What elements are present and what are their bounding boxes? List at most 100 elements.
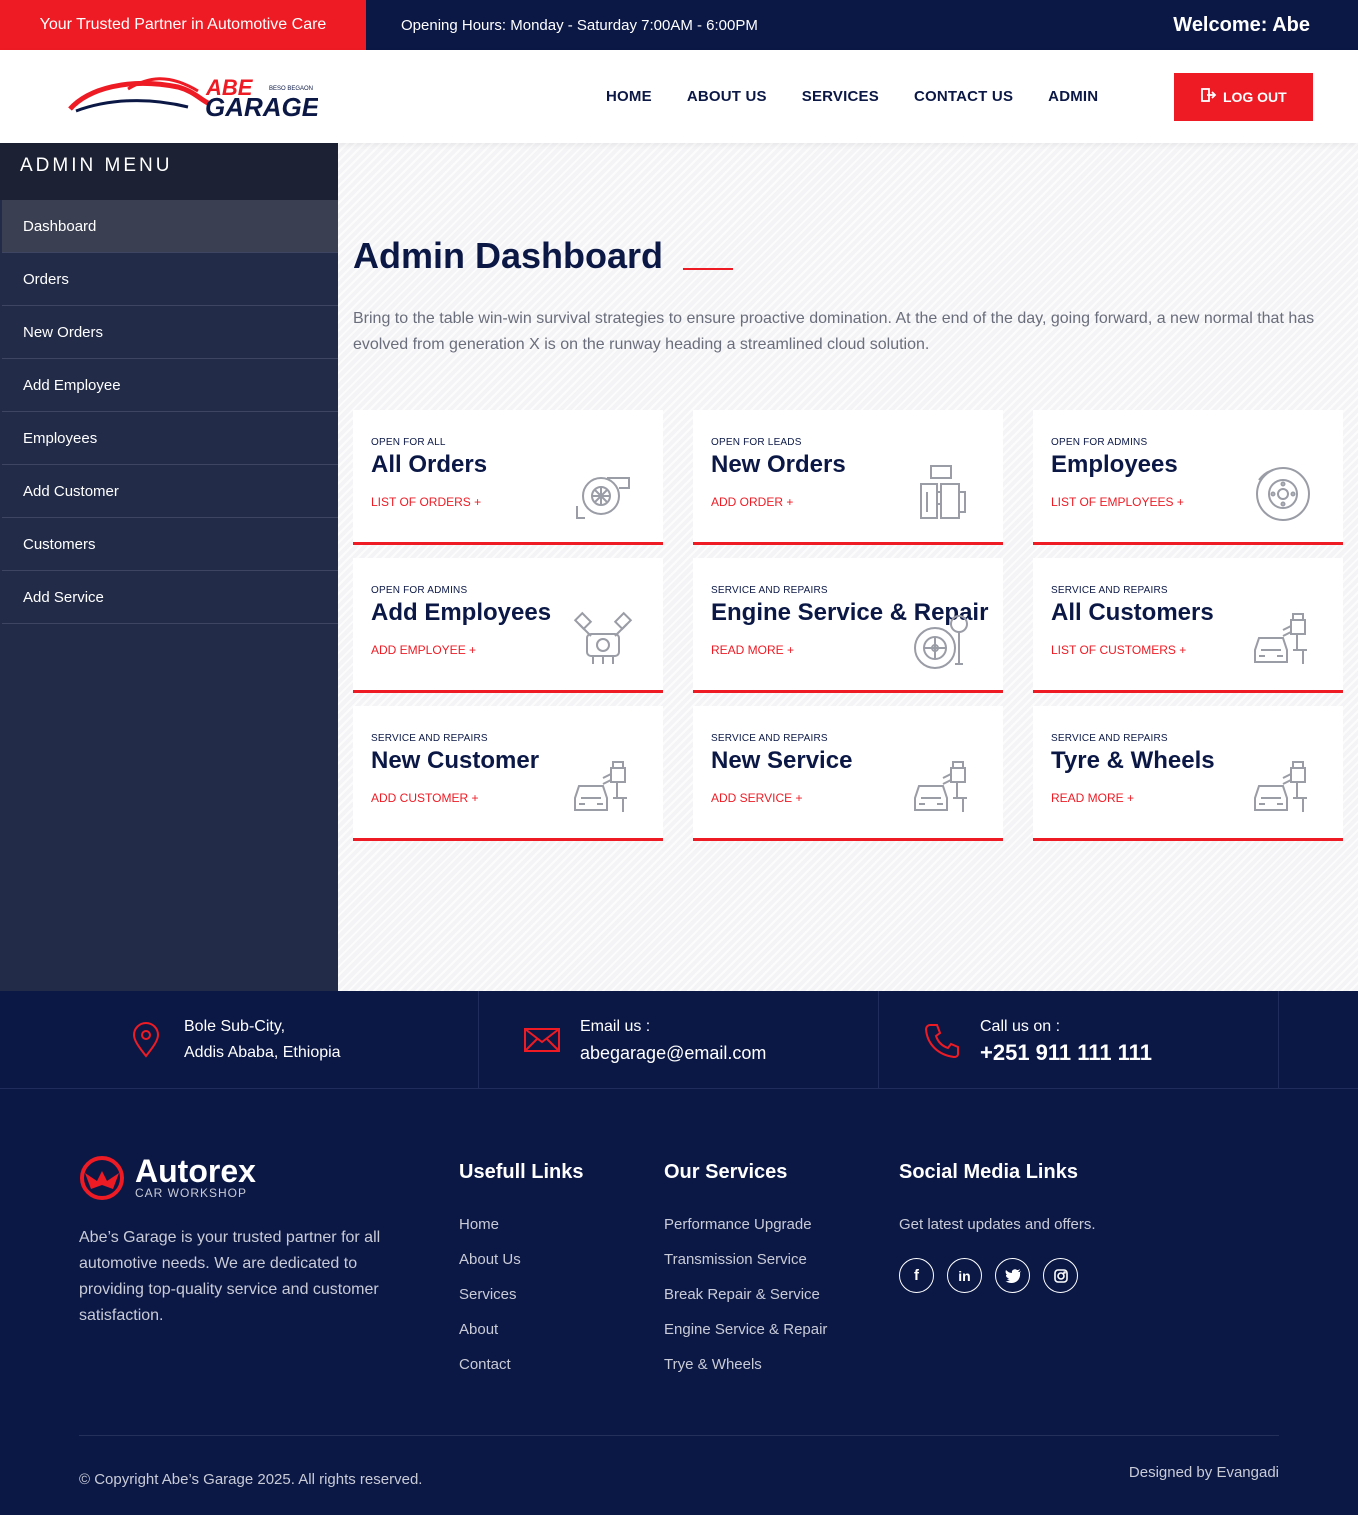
footer-link-services[interactable]: Services: [459, 1286, 664, 1303]
card-employees[interactable]: Open for admins Employees LIST OF EMPLOY…: [1033, 410, 1343, 545]
footer-service-break-repair[interactable]: Break Repair & Service: [664, 1286, 899, 1303]
phone-block: Call us on : +251 911 111 111: [879, 991, 1279, 1088]
twitter-icon[interactable]: [995, 1258, 1030, 1293]
card-add-employees[interactable]: Open for admins Add Employees ADD EMPLOY…: [353, 558, 663, 693]
sidebar-item-customers[interactable]: Customers: [2, 518, 338, 571]
email-address[interactable]: abegarage@email.com: [580, 1040, 766, 1066]
tyre-gauge-icon: [914, 615, 968, 669]
footer-link-about[interactable]: About: [459, 1321, 664, 1338]
card-kicker: Service and Repairs: [371, 733, 488, 744]
facebook-icon[interactable]: f: [899, 1258, 934, 1293]
footer-link-home[interactable]: Home: [459, 1216, 664, 1233]
footer-about-text: Abe’s Garage is your trusted partner for…: [79, 1229, 381, 1324]
logout-label: LOG OUT: [1222, 88, 1287, 105]
engine-icon: [573, 611, 633, 664]
admin-sidebar: ADMIN MENU Dashboard Orders New Orders A…: [0, 143, 338, 991]
autorex-emblem-icon: [80, 1156, 124, 1200]
footer-service-engine[interactable]: Engine Service & Repair: [664, 1321, 899, 1338]
sidebar-item-add-employee[interactable]: Add Employee: [2, 359, 338, 412]
card-kicker: Service and Repairs: [711, 585, 828, 596]
card-kicker: Service and Repairs: [1051, 585, 1168, 596]
main-area: ADMIN MENU Dashboard Orders New Orders A…: [0, 143, 1358, 991]
address-line-1: Bole Sub-City,: [184, 1017, 286, 1035]
welcome-user: Welcome: Abe: [1173, 13, 1310, 36]
sidebar-item-new-orders[interactable]: New Orders: [2, 306, 338, 359]
address-block: Bole Sub-City, Addis Ababa, Ethiopia: [0, 991, 479, 1088]
admin-menu-title: ADMIN MENU: [0, 143, 338, 200]
card-kicker: Open for All: [371, 437, 446, 448]
footer-link-contact[interactable]: Contact: [459, 1356, 664, 1373]
car-paint-icon: [574, 761, 627, 812]
page-title: Admin Dashboard: [353, 235, 664, 276]
footer-links-title: Usefull Links: [459, 1161, 584, 1183]
card-new-service[interactable]: Service and Repairs New Service ADD SERV…: [693, 706, 1003, 841]
logout-button[interactable]: LOG OUT: [1174, 72, 1314, 121]
card-tyre-wheels[interactable]: Service and Repairs Tyre & Wheels READ M…: [1033, 706, 1343, 841]
card-kicker: Open for admins: [371, 585, 468, 596]
turbo-icon: [576, 477, 630, 519]
logo-text-bottom: GARAGE: [205, 92, 318, 122]
footer-social-title: Social Media Links: [899, 1161, 1078, 1183]
call-label: Call us on :: [980, 1017, 1061, 1035]
email-label: Email us :: [580, 1017, 651, 1035]
abe-garage-logo[interactable]: ABE GARAGE BESO BEGAON: [68, 69, 320, 124]
sidebar-item-orders[interactable]: Orders: [2, 253, 338, 306]
dashboard-lead: Bring to the table win-win survival stra…: [353, 310, 1315, 353]
instagram-icon[interactable]: [1043, 1258, 1078, 1293]
car-paint-icon: [1254, 613, 1307, 664]
envelope-icon: [524, 1027, 560, 1052]
card-kicker: Open for leads: [711, 437, 802, 448]
linkedin-icon[interactable]: in: [947, 1258, 982, 1293]
tagline: Your Trusted Partner in Automotive Care: [0, 0, 366, 50]
gearbox-icon: [920, 465, 966, 519]
card-all-customers[interactable]: Service and Repairs All Customers LIST O…: [1033, 558, 1343, 693]
sidebar-item-add-service[interactable]: Add Service: [2, 571, 338, 624]
nav-home[interactable]: HOME: [606, 88, 652, 105]
card-engine-service[interactable]: Service and Repairs Engine Service & Rep…: [693, 558, 1003, 693]
card-kicker: Open for admins: [1051, 437, 1148, 448]
footer-service-performance[interactable]: Performance Upgrade: [664, 1216, 899, 1233]
autorex-logo[interactable]: Autorex CAR WORKSHOP: [79, 1155, 459, 1201]
contact-strip: Bole Sub-City, Addis Ababa, Ethiopia Ema…: [0, 991, 1358, 1089]
logo-small-text: BESO BEGAON: [269, 86, 313, 92]
designed-by: Designed by Evangadi: [1128, 1464, 1279, 1481]
social-icons: f in: [899, 1258, 1096, 1293]
card-new-orders[interactable]: Open for leads New Orders ADD ORDER +: [693, 410, 1003, 545]
card-new-customer[interactable]: Service and Repairs New Customer ADD CUS…: [353, 706, 663, 841]
footer-about-col: Autorex CAR WORKSHOP Abe’s Garage is you…: [79, 1155, 459, 1391]
footer-social-note: Get latest updates and offers.: [899, 1216, 1096, 1233]
top-bar: Your Trusted Partner in Automotive Care …: [0, 0, 1358, 50]
footer-link-about-us[interactable]: About Us: [459, 1251, 664, 1268]
opening-hours: Opening Hours: Monday - Saturday 7:00AM …: [401, 16, 758, 34]
sidebar-item-add-customer[interactable]: Add Customer: [2, 465, 338, 518]
address-line-2: Addis Ababa, Ethiopia: [184, 1043, 341, 1061]
phone-icon: [924, 1023, 959, 1058]
sign-out-icon: [1201, 88, 1217, 105]
page-title-wrap: Admin Dashboard: [353, 235, 1343, 277]
footer-divider: [79, 1435, 1279, 1436]
nav-about-us[interactable]: ABOUT US: [687, 88, 767, 105]
footer-social-col: Social Media Links Get latest updates an…: [899, 1155, 1096, 1391]
nav-admin[interactable]: ADMIN: [1048, 88, 1098, 105]
title-underline: [683, 268, 734, 270]
footer-service-transmission[interactable]: Transmission Service: [664, 1251, 899, 1268]
nav-contact-us[interactable]: CONTACT US: [914, 88, 1013, 105]
footer-services-title: Our Services: [664, 1161, 788, 1183]
car-paint-icon: [1254, 761, 1307, 812]
site-footer: Autorex CAR WORKSHOP Abe’s Garage is you…: [0, 1089, 1358, 1515]
footer-brand-sub: CAR WORKSHOP: [135, 1186, 248, 1200]
nav-services[interactable]: SERVICES: [802, 88, 879, 105]
dashboard-cards: Open for All All Orders LIST OF ORDERS +…: [353, 410, 1343, 841]
location-pin-icon: [132, 1021, 160, 1058]
car-paint-icon: [914, 761, 967, 812]
footer-services-col: Our Services Performance Upgrade Transmi…: [664, 1155, 899, 1391]
card-kicker: Service and Repairs: [1051, 733, 1168, 744]
main-nav: HOME ABOUT US SERVICES CONTACT US ADMIN: [606, 88, 1133, 105]
sidebar-item-employees[interactable]: Employees: [2, 412, 338, 465]
footer-service-tyre[interactable]: Trye & Wheels: [664, 1356, 899, 1373]
card-all-orders[interactable]: Open for All All Orders LIST OF ORDERS +: [353, 410, 663, 545]
footer-brand: Autorex: [135, 1153, 256, 1189]
sidebar-item-dashboard[interactable]: Dashboard: [2, 200, 338, 253]
phone-number[interactable]: +251 911 111 111: [980, 1040, 1152, 1066]
site-header: ABE GARAGE BESO BEGAON HOME ABOUT US SER…: [0, 50, 1358, 143]
